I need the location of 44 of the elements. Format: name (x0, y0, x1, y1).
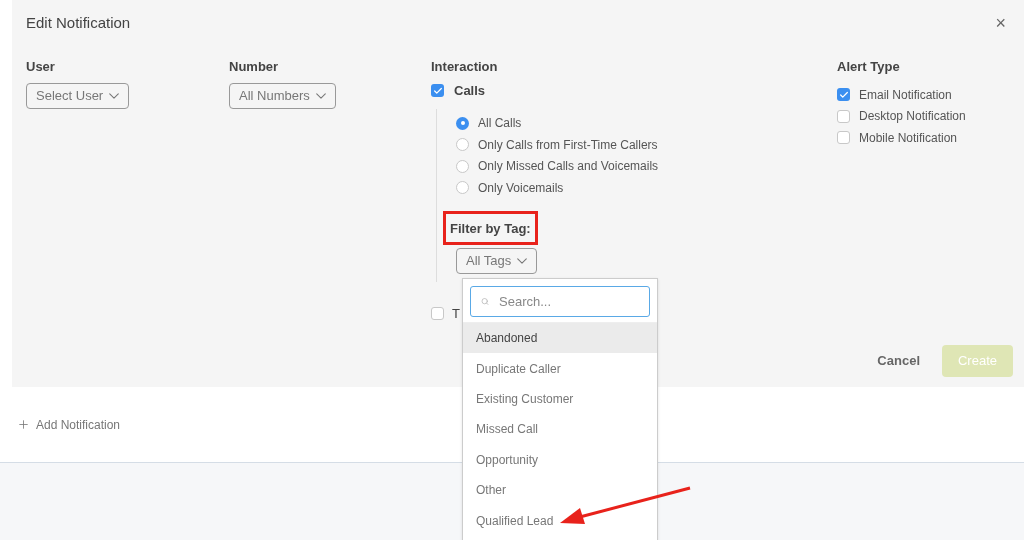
alert-label: Desktop Notification (859, 108, 966, 126)
tag-option[interactable]: Opportunity (463, 444, 657, 475)
search-input[interactable]: Search... (499, 291, 639, 312)
calls-label: Calls (454, 82, 486, 100)
radio-label: All Calls (478, 115, 522, 133)
close-button[interactable]: × (995, 14, 1006, 33)
alert-checkbox[interactable] (837, 88, 850, 102)
cancel-button[interactable]: Cancel (871, 345, 926, 377)
user-label: User (26, 57, 56, 76)
search-icon (481, 296, 489, 307)
search-field[interactable]: Search... (470, 286, 650, 317)
alert-label: Mobile Notification (859, 129, 958, 147)
tag-option[interactable]: Missed Call (463, 414, 657, 445)
number-select[interactable]: All Numbers (229, 83, 336, 109)
alert-checkbox[interactable] (837, 131, 850, 145)
radio-button[interactable] (456, 138, 469, 152)
tag-option[interactable]: Duplicate Caller (463, 353, 657, 384)
alert-type-label: Alert Type (837, 57, 901, 76)
tag-option[interactable]: Existing Customer (463, 383, 657, 415)
calls-checkbox[interactable] (431, 84, 444, 98)
radio-button[interactable] (456, 159, 469, 173)
dialog-title: Edit Notification (26, 13, 131, 33)
tag-option[interactable]: Abandoned (463, 323, 657, 354)
radio-label: Only Calls from First-Time Callers (478, 136, 658, 154)
tags-select[interactable]: All Tags (456, 247, 538, 274)
alert-label: Email Notification (859, 86, 952, 104)
filter-by-tag-label: Filter by Tag: (450, 220, 531, 236)
radio-label: Only Missed Calls and Voicemails (478, 158, 659, 176)
radio-button[interactable] (456, 181, 469, 195)
chevron-down-icon (315, 93, 326, 99)
radio-button[interactable] (456, 116, 469, 130)
user-select[interactable]: Select User (26, 83, 130, 109)
plus-icon (17, 418, 30, 431)
number-label: Number (229, 57, 280, 76)
checkbox-label: T (452, 304, 460, 323)
checkbox[interactable] (431, 306, 444, 320)
chevron-down-icon (109, 93, 120, 99)
alert-checkbox[interactable] (837, 109, 850, 123)
interaction-label: Interaction (431, 57, 499, 76)
tag-option[interactable]: Other (463, 474, 657, 506)
add-notification-link[interactable]: Add Notification (36, 415, 121, 434)
tag-option[interactable]: Qualified Lead (463, 505, 657, 536)
chevron-down-icon (517, 257, 528, 264)
radio-label: Only Voicemails (478, 179, 564, 197)
